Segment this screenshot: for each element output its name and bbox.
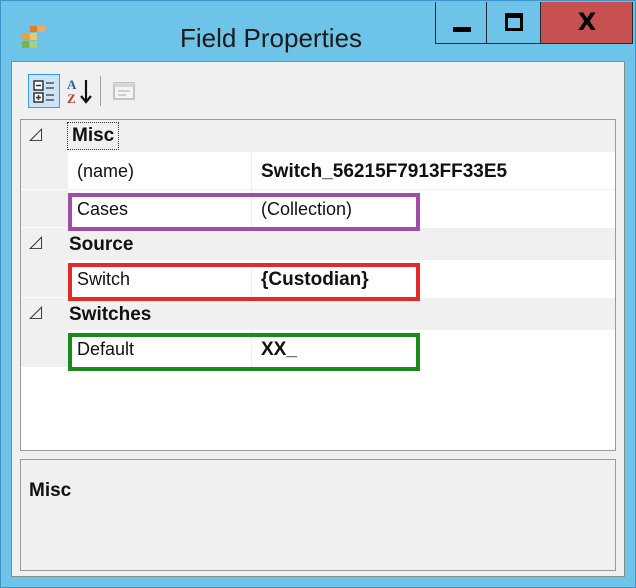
property-row-default[interactable]: Default XX_ [21, 330, 615, 367]
toolbar-separator [100, 76, 101, 106]
property-name: Switch [77, 269, 131, 289]
category-row-source[interactable]: ◿ Source [21, 228, 615, 260]
field-properties-window: Field Properties X A Z ◿ Misc (name) Swi… [0, 0, 636, 588]
alphabetical-button[interactable]: A Z [64, 74, 96, 108]
column-divider [251, 260, 252, 297]
categorized-view-icon [33, 80, 54, 103]
row-margin [21, 190, 68, 227]
column-divider [251, 190, 252, 227]
category-row-switches[interactable]: ◿ Switches [21, 298, 615, 330]
property-row-switch[interactable]: Switch {Custodian} [21, 260, 615, 297]
category-row-misc[interactable]: ◿ Misc [21, 120, 615, 152]
window-title: Field Properties [179, 23, 363, 53]
description-panel: Misc [20, 459, 616, 571]
category-label-switches: Switches [69, 304, 152, 325]
row-margin [21, 330, 68, 367]
column-divider [251, 152, 252, 189]
collapse-icon[interactable]: ◿ [29, 232, 42, 252]
categorized-button[interactable] [28, 74, 60, 108]
title-bar[interactable]: Field Properties X [1, 1, 635, 61]
svg-text:A: A [67, 77, 77, 92]
close-button[interactable]: X [541, 2, 633, 44]
minimize-button[interactable] [435, 2, 487, 44]
close-icon: X [577, 8, 597, 36]
maximize-icon [505, 13, 523, 31]
row-margin [21, 152, 68, 189]
property-grid: ◿ Misc (name) Switch_56215F7913FF33E5 Ca… [20, 119, 616, 451]
property-toolbar: A Z [12, 62, 624, 118]
property-row-name[interactable]: (name) Switch_56215F7913FF33E5 [21, 152, 615, 189]
maximize-button[interactable] [487, 2, 541, 44]
property-value[interactable]: Switch_56215F7913FF33E5 [261, 161, 507, 183]
row-margin [21, 260, 68, 297]
property-panel: A Z ◿ Misc (name) Switch_56215F7913FF33E… [11, 61, 625, 577]
property-name: (name) [77, 161, 135, 181]
sort-az-icon: A Z [67, 77, 92, 106]
properties-window-icon [22, 26, 45, 48]
property-value[interactable]: (Collection) [261, 199, 352, 220]
property-value[interactable]: {Custodian} [261, 269, 369, 291]
category-label-source: Source [69, 234, 134, 255]
collapse-icon[interactable]: ◿ [29, 124, 42, 144]
property-pages-icon [113, 82, 135, 100]
minimize-icon [453, 27, 471, 32]
property-name: Cases [77, 199, 129, 219]
property-name: Default [77, 339, 135, 359]
property-value[interactable]: XX_ [261, 339, 297, 361]
property-pages-button[interactable] [108, 74, 140, 108]
collapse-icon[interactable]: ◿ [29, 302, 42, 322]
property-row-cases[interactable]: Cases (Collection) [21, 190, 615, 227]
column-divider [251, 330, 252, 367]
svg-text:Z: Z [67, 91, 76, 106]
description-title: Misc [29, 480, 72, 501]
category-label-misc: Misc [67, 122, 120, 150]
